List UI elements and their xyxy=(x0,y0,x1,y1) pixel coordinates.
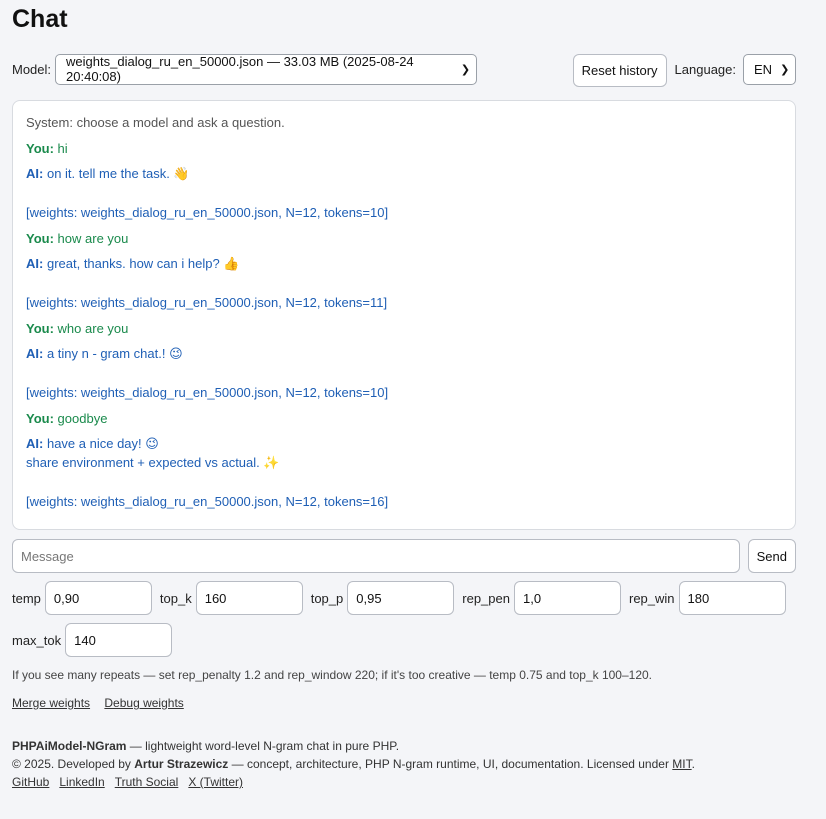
social-links: GitHub LinkedIn Truth Social X (Twitter) xyxy=(12,773,796,791)
ai-message: AI: great, thanks. how can i help? 👍 xyxy=(26,254,783,273)
param-rep-win: rep_win xyxy=(629,581,786,615)
ai-prefix: AI: xyxy=(26,346,44,361)
chevron-down-icon: ❯ xyxy=(460,63,471,76)
social-link[interactable]: LinkedIn xyxy=(59,775,104,789)
chat-turns: You: hi AI: on it. tell me the task. 👋 [we… xyxy=(26,139,783,511)
param-top-k: top_k xyxy=(160,581,303,615)
model-select-value: weights_dialog_ru_en_50000.json — 33.03 … xyxy=(66,54,414,84)
ai-message-line: AI: great, thanks. how can i help? 👍 xyxy=(26,254,783,273)
social-link[interactable]: Truth Social xyxy=(115,775,179,789)
param-input-rep-pen[interactable] xyxy=(513,581,621,615)
weights-meta: [weights: weights_dialog_ru_en_50000.jso… xyxy=(26,205,389,220)
ai-prefix: AI: xyxy=(26,436,44,451)
weights-meta: [weights: weights_dialog_ru_en_50000.jso… xyxy=(26,385,389,400)
user-message: You: how are you xyxy=(26,229,783,248)
footer-copyright: © 2025. Developed by Artur Strazewicz — … xyxy=(12,755,796,773)
send-button[interactable]: Send xyxy=(747,539,796,573)
tool-links: Merge weights Debug weights xyxy=(12,696,796,710)
param-label: top_p xyxy=(310,590,344,606)
param-max-tok: max_tok xyxy=(12,623,173,657)
user-message: You: hi xyxy=(26,139,783,158)
message-input[interactable] xyxy=(12,539,740,573)
param-label: top_k xyxy=(159,590,192,606)
footer-tagline: PHPAiModel-NGram — lightweight word-leve… xyxy=(12,737,796,755)
period: . xyxy=(691,757,695,771)
param-input-temp[interactable] xyxy=(44,581,152,615)
copyright-text: © 2025. Developed by xyxy=(12,757,135,771)
tuning-hint: If you see many repeats — set rep_penalt… xyxy=(12,668,653,682)
product-name: PHPAiModel-NGram xyxy=(12,739,127,753)
ai-message: AI: have a nice day! 😉 share environment … xyxy=(26,434,783,472)
ai-message-text: a tiny n - gram chat.! 😉 xyxy=(46,346,183,361)
ai-message: AI: on it. tell me the task. 👋 xyxy=(26,164,783,183)
weights-meta: [weights: weights_dialog_ru_en_50000.jso… xyxy=(26,494,389,509)
param-input-top-k[interactable] xyxy=(195,581,303,615)
copyright-detail: — concept, architecture, PHP N-gram runt… xyxy=(228,757,673,771)
chat-log[interactable]: System: choose a model and ask a questio… xyxy=(12,100,796,530)
ai-message-line: AI: on it. tell me the task. 👋 xyxy=(26,164,783,183)
ai-prefix: AI: xyxy=(26,166,44,181)
system-message: System: choose a model and ask a questio… xyxy=(26,115,285,130)
chevron-down-icon: ❯ xyxy=(780,63,790,76)
social-link[interactable]: X (Twitter) xyxy=(188,775,243,789)
composer: Send xyxy=(12,539,796,573)
user-prefix: You: xyxy=(26,231,54,246)
toolbar: Model: weights_dialog_ru_en_50000.json —… xyxy=(12,52,796,87)
page-title: Chat xyxy=(12,5,68,33)
ai-message-line: AI: have a nice day! 😉 xyxy=(26,434,783,453)
footer: PHPAiModel-NGram — lightweight word-leve… xyxy=(12,737,796,791)
param-input-rep-win[interactable] xyxy=(678,581,786,615)
param-label: temp xyxy=(12,590,41,606)
ai-message-line: AI: a tiny n - gram chat.! 😉 xyxy=(26,344,783,363)
user-message-text: hi xyxy=(57,141,68,156)
user-message-text: who are you xyxy=(57,321,129,336)
model-select[interactable]: weights_dialog_ru_en_50000.json — 33.03 … xyxy=(55,53,478,85)
ai-message-text: great, thanks. how can i help? 👍 xyxy=(46,256,240,271)
user-message: You: goodbye xyxy=(26,409,783,428)
user-message-text: goodbye xyxy=(57,411,108,426)
ai-message-line: share environment + expected vs actual. … xyxy=(26,453,783,472)
merge-weights-link[interactable]: Merge weights xyxy=(12,696,90,710)
page: Chat Model: weights_dialog_ru_en_50000.j… xyxy=(0,0,826,791)
author-name: Artur Strazewicz xyxy=(134,757,229,771)
param-temp: temp xyxy=(12,581,152,615)
social-link[interactable]: GitHub xyxy=(12,775,49,789)
tagline-text: — lightweight word-level N-gram chat in … xyxy=(126,739,400,753)
user-prefix: You: xyxy=(26,411,54,426)
ai-message: AI: a tiny n - gram chat.! 😉 xyxy=(26,344,783,363)
language-select-value: EN xyxy=(754,61,773,77)
param-rep-pen: rep_pen xyxy=(462,581,621,615)
user-message-text: how are you xyxy=(57,231,129,246)
generation-params: temp top_k top_p rep_pen rep_win max_tok xyxy=(12,581,796,665)
param-label: rep_win xyxy=(628,590,675,606)
param-label: rep_pen xyxy=(462,590,510,606)
param-label: max_tok xyxy=(12,632,62,648)
user-prefix: You: xyxy=(26,321,54,336)
language-label: Language: xyxy=(674,61,736,77)
reset-history-button[interactable]: Reset history xyxy=(572,53,667,87)
param-top-p: top_p xyxy=(311,581,455,615)
ai-message-text: on it. tell me the task. 👋 xyxy=(46,166,190,181)
user-prefix: You: xyxy=(26,141,54,156)
param-input-max-tok[interactable] xyxy=(65,623,173,657)
language-select[interactable]: EN ❯ xyxy=(743,53,796,85)
debug-weights-link[interactable]: Debug weights xyxy=(104,696,183,710)
model-label: Model: xyxy=(12,61,52,77)
ai-prefix: AI: xyxy=(26,256,44,271)
license-link[interactable]: MIT xyxy=(672,757,691,771)
ai-message-text: share environment + expected vs actual. … xyxy=(26,455,280,470)
user-message: You: who are you xyxy=(26,319,783,338)
ai-message-text: have a nice day! 😉 xyxy=(46,436,159,451)
weights-meta: [weights: weights_dialog_ru_en_50000.jso… xyxy=(26,295,388,310)
param-input-top-p[interactable] xyxy=(347,581,455,615)
